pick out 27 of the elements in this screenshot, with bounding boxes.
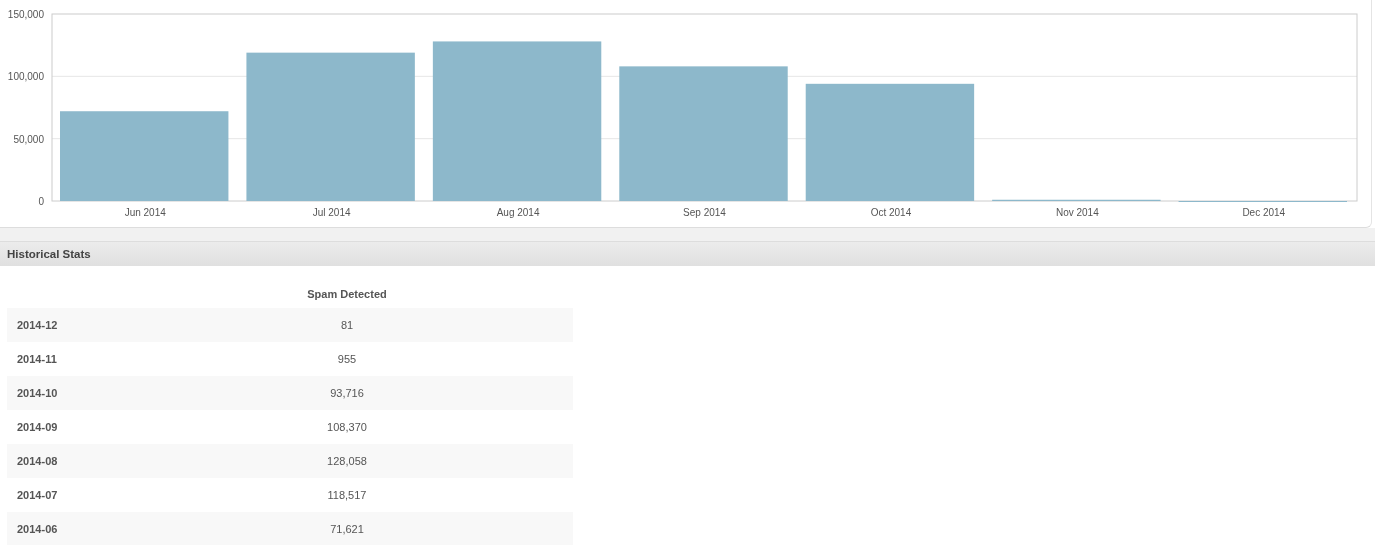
axis-label: 0 [38,196,44,207]
axis-label: 50,000 [13,133,44,145]
count-cell: 81 [121,308,573,342]
count-cell: 128,058 [121,444,573,478]
period-cell: 2014-07 [7,478,121,512]
axis-label: Nov 2014 [1055,207,1099,218]
axis-label: Oct 2014 [870,207,912,218]
axis-label: 150,000 [7,9,44,20]
period-cell: 2014-12 [7,308,121,342]
axis-label: Jun 2014 [124,207,166,218]
period-cell: 2014-09 [7,410,121,444]
column-header: Spam Detected [121,280,573,308]
axis-label: Aug 2014 [496,207,540,218]
count-cell: 93,716 [121,376,573,410]
axis-label: Sep 2014 [683,207,726,218]
period-cell: 2014-08 [7,444,121,478]
period-cell: 2014-10 [7,376,121,410]
period-cell: 2014-11 [7,342,121,376]
section-title: Historical Stats [7,248,91,260]
axis-label: Dec 2014 [1242,207,1286,218]
count-cell: 71,621 [121,512,573,545]
count-cell: 955 [121,342,573,376]
axis-label: Jul 2014 [312,207,351,218]
period-cell: 2014-06 [7,512,121,545]
count-cell: 108,370 [121,410,573,444]
count-cell: 118,517 [121,478,573,512]
axis-label: 100,000 [7,71,44,83]
